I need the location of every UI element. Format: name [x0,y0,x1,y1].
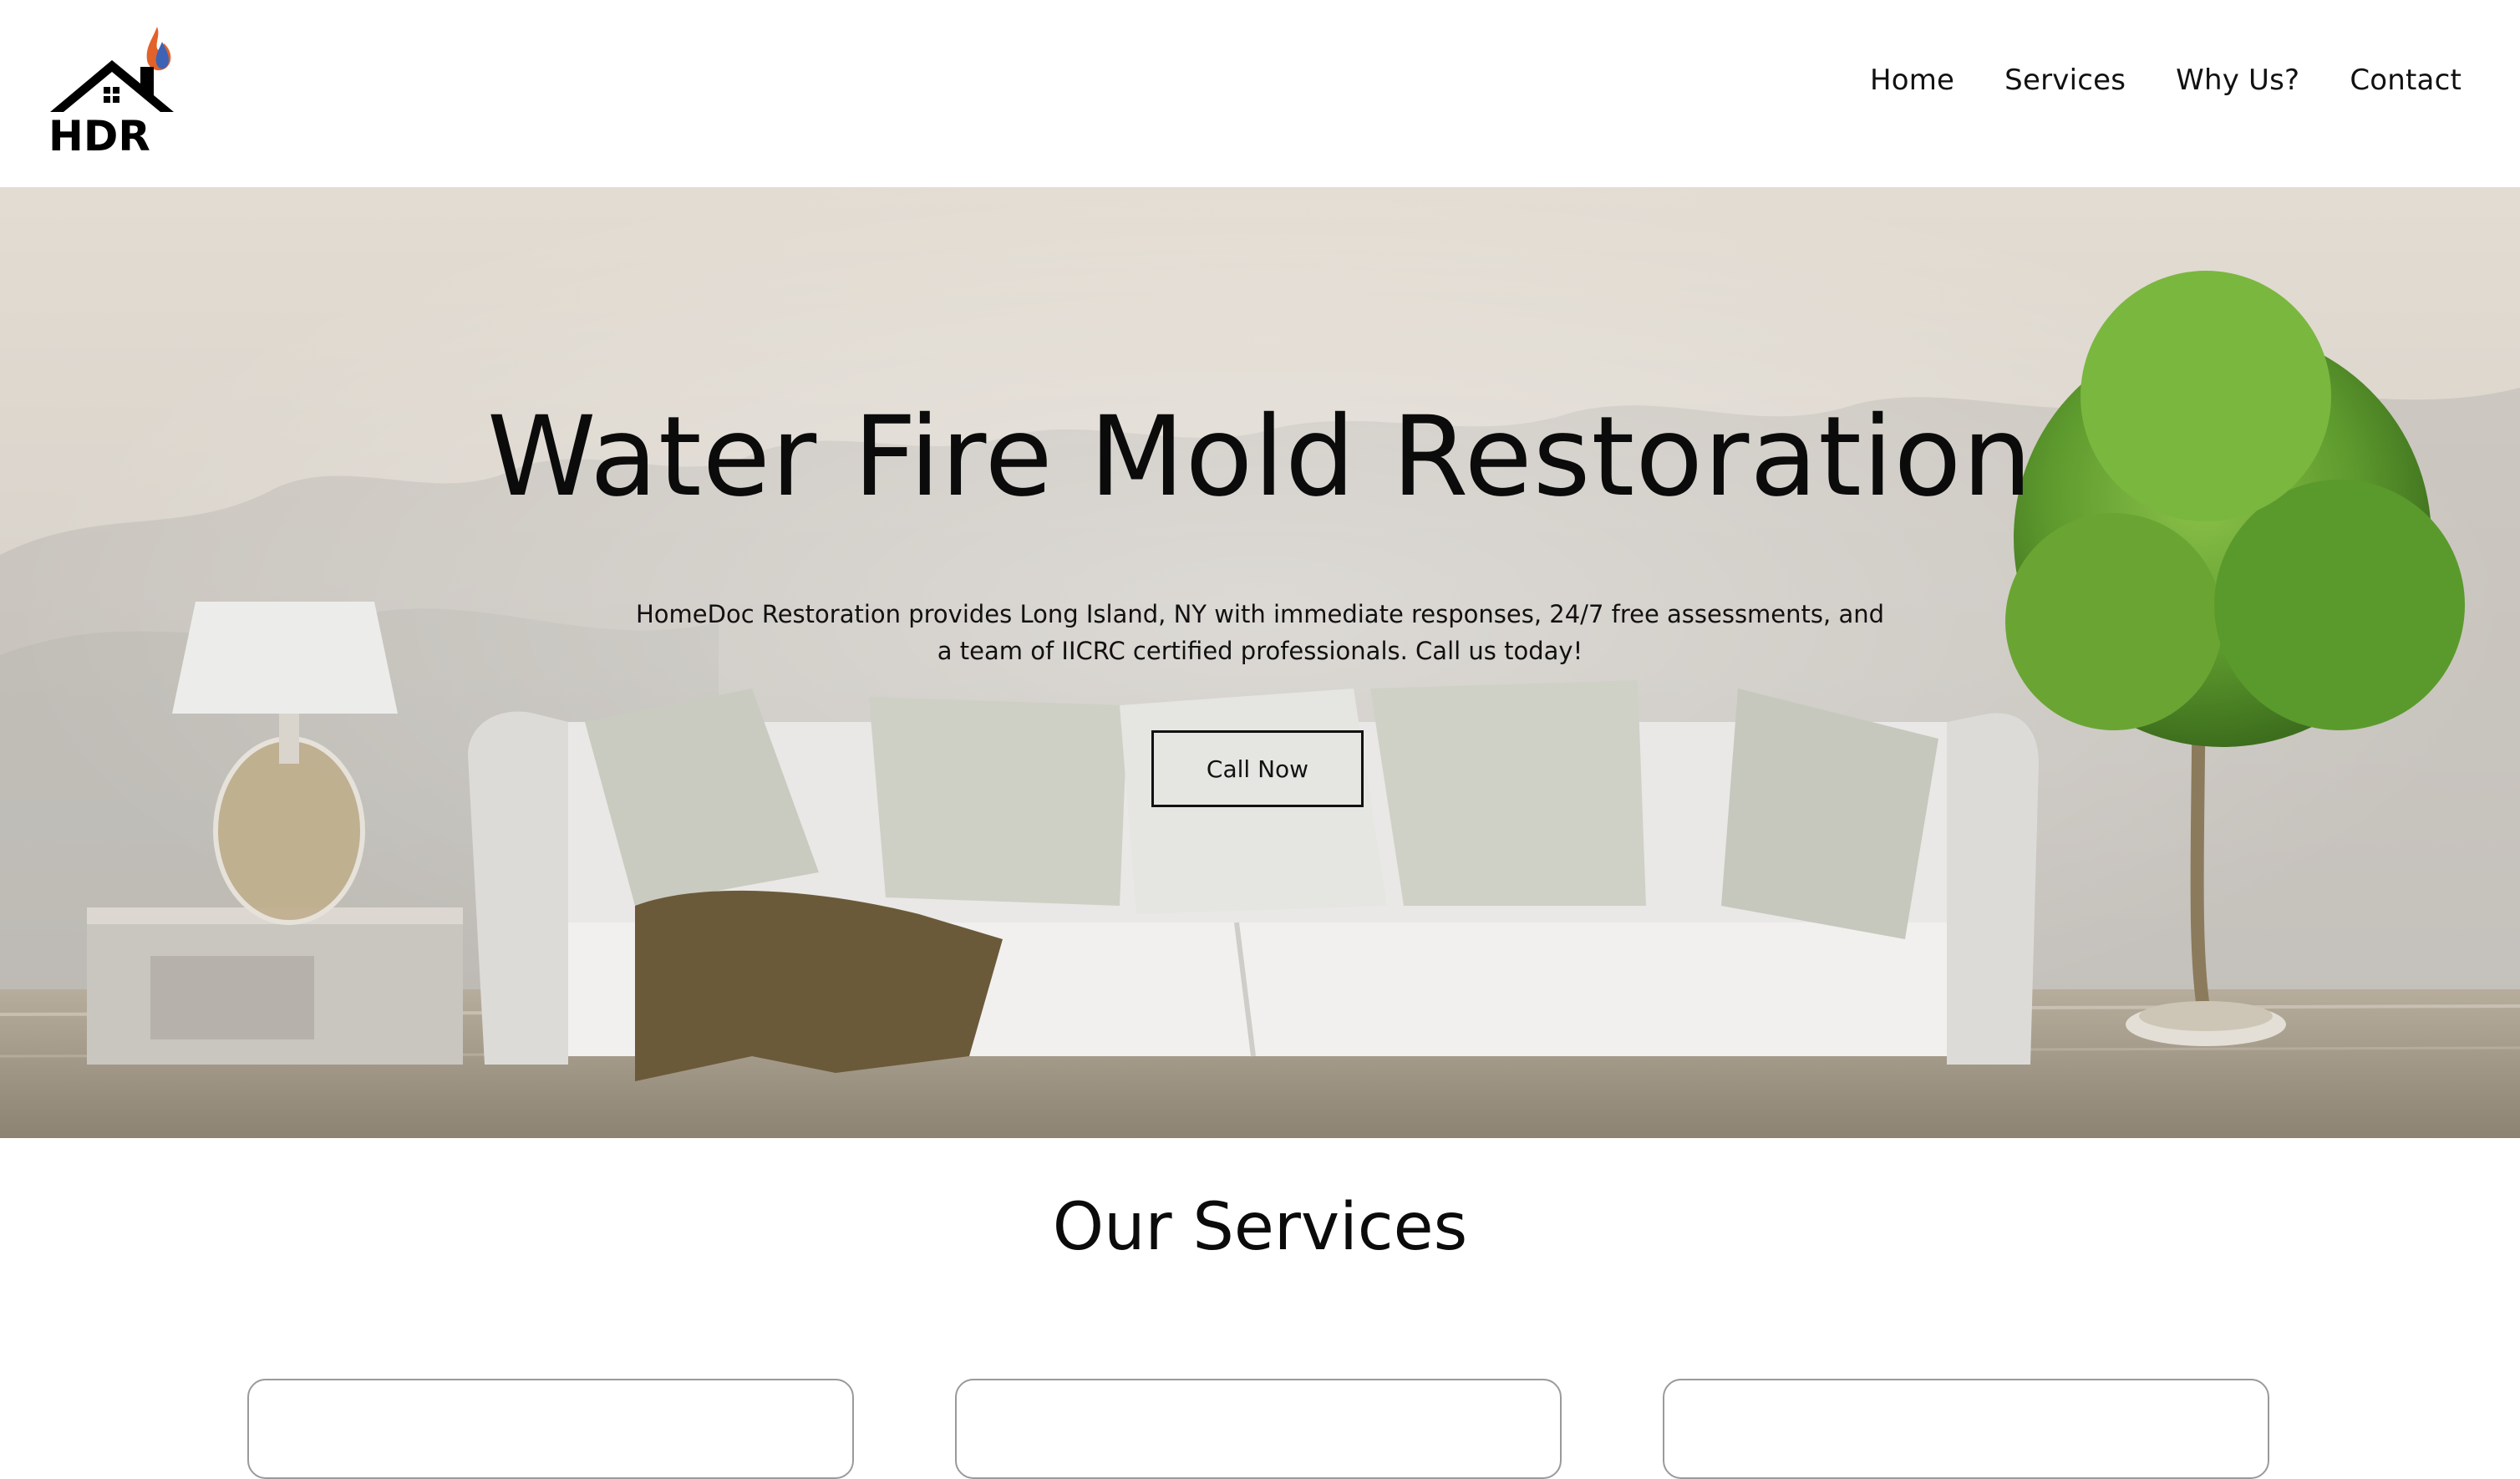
hdr-logo-letters: HDR [48,112,150,157]
main-nav: Home Services Why Us? Contact [1870,64,2462,97]
hdr-logo-graphic: HDR [48,27,174,160]
hero-section: Water Fire Mold Restoration HomeDoc Rest… [0,187,2520,1138]
site-header: HDR Home Services Why Us? Contact [0,0,2520,187]
nav-services-link[interactable]: Services [2004,64,2126,97]
service-card[interactable] [955,1379,1562,1479]
nav-home-link[interactable]: Home [1870,64,1954,97]
call-now-button[interactable]: Call Now [1151,730,1364,807]
service-card[interactable] [247,1379,854,1479]
services-heading: Our Services [1052,1190,1468,1265]
nav-why-us-link[interactable]: Why Us? [2176,64,2299,97]
service-card[interactable] [1663,1379,2269,1479]
nav-contact-link[interactable]: Contact [2350,64,2462,97]
hero-title: Water Fire Mold Restoration [486,393,2034,521]
hdr-logo[interactable]: HDR [47,23,189,160]
hero-description: HomeDoc Restoration provides Long Island… [635,600,1885,665]
